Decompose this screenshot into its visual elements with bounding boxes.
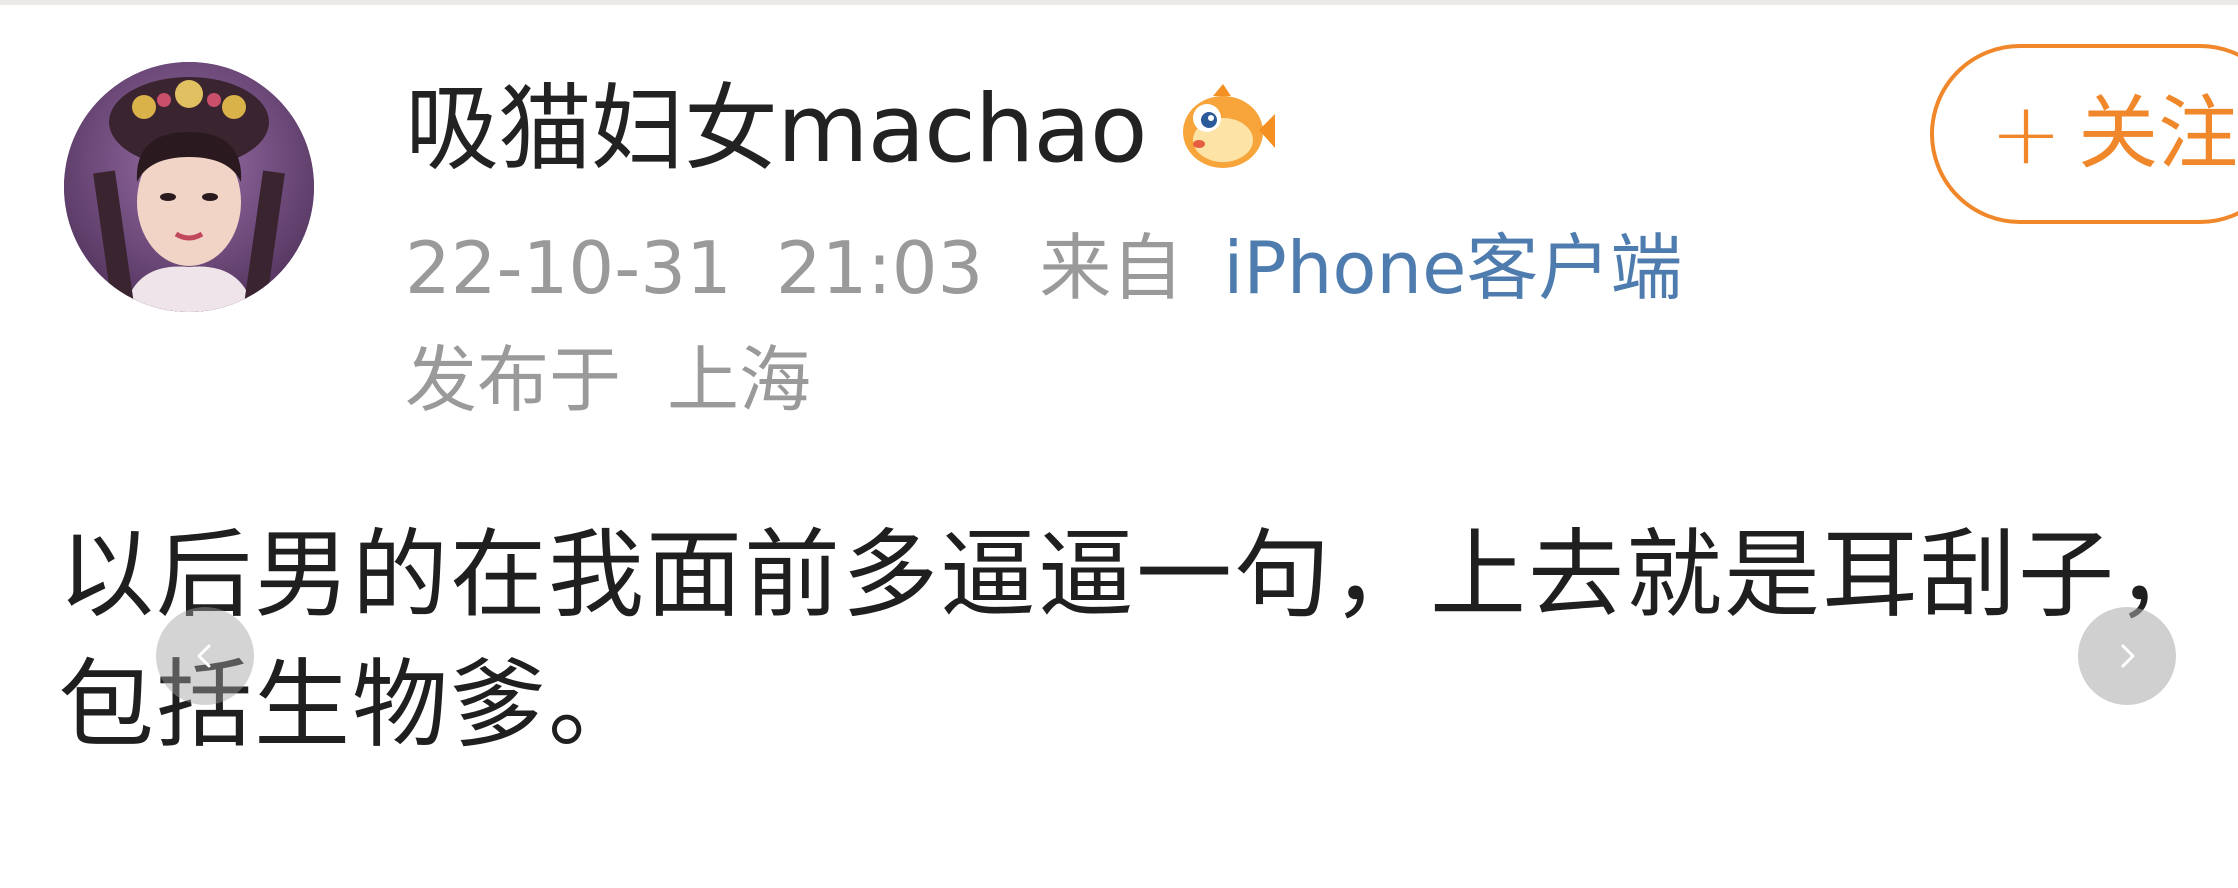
post-time: 21:03 xyxy=(775,226,984,310)
avatar[interactable] xyxy=(64,62,314,312)
chevron-right-icon xyxy=(2121,644,2135,668)
weibo-post-card: 吸猫妇女machao + 关注 22-10-31 21:03 来自 iPhone… xyxy=(0,0,2238,888)
post-text: 以后男的在我面前多逼逼一句，上去就是耳刮子， 包括生物爹。 xyxy=(58,510,2214,770)
username-row: 吸猫妇女machao xyxy=(405,70,1277,190)
pufferfish-badge-icon xyxy=(1173,82,1277,178)
chevron-left-icon xyxy=(197,644,211,668)
post-text-line: 以后男的在我面前多逼逼一句，上去就是耳刮子， xyxy=(58,519,2214,631)
avatar-image xyxy=(64,62,314,312)
post-location: 发布于 上海 xyxy=(405,340,811,420)
post-date: 22-10-31 xyxy=(405,226,732,310)
location-prefix: 发布于 xyxy=(405,338,622,422)
location-city: 上海 xyxy=(667,338,812,422)
follow-button[interactable]: + 关注 xyxy=(1930,44,2238,224)
previous-button[interactable] xyxy=(156,607,254,705)
plus-icon: + xyxy=(1990,84,2063,184)
post-text-line: 包括生物爹。 xyxy=(58,649,646,761)
post-meta: 22-10-31 21:03 来自 iPhone客户端 xyxy=(405,228,1682,308)
next-button[interactable] xyxy=(2078,607,2176,705)
source-prefix: 来自 xyxy=(1039,226,1184,310)
follow-label: 关注 xyxy=(2078,87,2238,180)
source-link[interactable]: iPhone客户端 xyxy=(1223,232,1682,304)
username[interactable]: 吸猫妇女machao xyxy=(405,83,1148,177)
